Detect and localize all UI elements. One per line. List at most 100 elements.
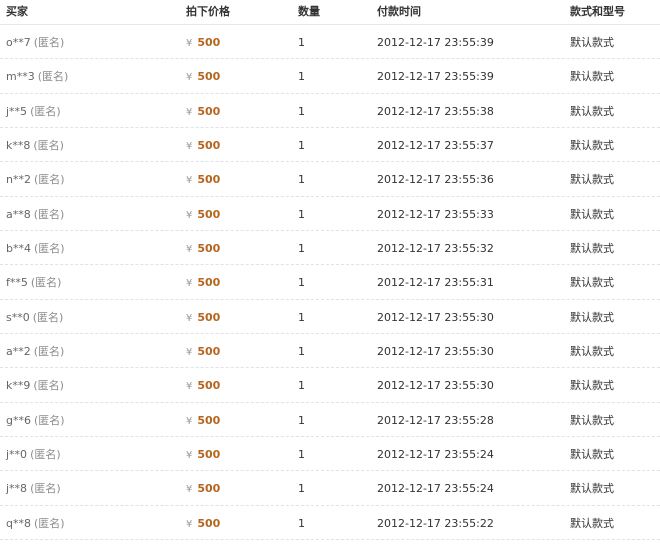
price-amount: 500: [197, 173, 221, 187]
buyer-cell: j**5 (匿名): [6, 105, 61, 119]
buyer-cell: q**8 (匿名): [6, 517, 65, 531]
buyer-cell: a**8 (匿名): [6, 208, 64, 222]
table-row: j**5 (匿名) ¥500 1 2012-12-17 23:55:38 默认款式: [0, 94, 660, 129]
price-amount: 500: [197, 207, 221, 221]
anonymous-tag: (匿名): [30, 104, 61, 118]
model-cell: 默认款式: [570, 345, 614, 359]
price-amount: 500: [197, 276, 221, 290]
price-cell: ¥500: [186, 173, 220, 188]
currency-symbol: ¥: [186, 347, 193, 359]
model-cell: 默认款式: [570, 310, 614, 324]
quantity-cell: 1: [298, 36, 305, 49]
currency-symbol: ¥: [186, 106, 193, 118]
price-amount: 500: [197, 345, 221, 359]
buyer-name: a**2: [6, 345, 31, 359]
model-cell: 默认款式: [570, 276, 614, 290]
anonymous-tag: (匿名): [32, 310, 64, 324]
anonymous-tag: (匿名): [33, 207, 65, 221]
currency-symbol: ¥: [186, 415, 193, 427]
model-cell: 默认款式: [570, 242, 614, 256]
price-cell: ¥500: [186, 36, 220, 51]
paid-time-cell: 2012-12-17 23:55:32: [377, 242, 494, 256]
currency-symbol: ¥: [186, 518, 193, 530]
anonymous-tag: (匿名): [33, 36, 65, 49]
quantity-cell: 1: [298, 448, 305, 462]
price-amount: 500: [197, 242, 221, 256]
table-row: o**7 (匿名) ¥500 1 2012-12-17 23:55:39 默认款式: [0, 25, 660, 60]
price-amount: 500: [197, 36, 221, 49]
header-buyer: 买家: [6, 5, 28, 18]
table-row: n**2 (匿名) ¥500 1 2012-12-17 23:55:36 默认款式: [0, 162, 660, 197]
currency-symbol: ¥: [186, 484, 193, 496]
buyer-cell: a**2 (匿名): [6, 345, 64, 359]
currency-symbol: ¥: [186, 141, 193, 153]
table-row: f**5 (匿名) ¥500 1 2012-12-17 23:55:31 默认款式: [0, 265, 660, 300]
model-cell: 默认款式: [570, 413, 614, 427]
currency-symbol: ¥: [186, 278, 193, 290]
price-cell: ¥500: [186, 311, 220, 326]
header-paid-time: 付款时间: [377, 5, 421, 18]
price-cell: ¥500: [186, 379, 220, 394]
price-cell: ¥500: [186, 276, 220, 291]
price-amount: 500: [197, 310, 221, 324]
price-amount: 500: [197, 516, 221, 530]
buyer-name: o**7: [6, 36, 31, 49]
paid-time-cell: 2012-12-17 23:55:37: [377, 139, 494, 153]
model-cell: 默认款式: [570, 379, 614, 393]
price-amount: 500: [197, 413, 221, 427]
table-row: k**8 (匿名) ¥500 1 2012-12-17 23:55:37 默认款式: [0, 128, 660, 163]
paid-time-cell: 2012-12-17 23:55:22: [377, 516, 494, 530]
buyer-name: j**0: [6, 448, 28, 462]
quantity-cell: 1: [298, 345, 305, 359]
buyer-cell: k**8 (匿名): [6, 139, 64, 153]
paid-time-cell: 2012-12-17 23:55:30: [377, 345, 494, 359]
price-amount: 500: [197, 139, 221, 153]
model-cell: 默认款式: [570, 70, 614, 84]
paid-time-cell: 2012-12-17 23:55:39: [377, 36, 494, 49]
paid-time-cell: 2012-12-17 23:55:38: [377, 104, 494, 118]
price-cell: ¥500: [186, 482, 220, 497]
buyer-cell: g**6 (匿名): [6, 414, 65, 428]
quantity-cell: 1: [298, 482, 305, 496]
currency-symbol: ¥: [186, 209, 193, 221]
buyer-cell: j**8 (匿名): [6, 482, 61, 496]
header-price: 拍下价格: [186, 5, 230, 18]
buyer-name: j**5: [6, 104, 28, 118]
currency-symbol: ¥: [186, 381, 193, 393]
table-row: s**0 (匿名) ¥500 1 2012-12-17 23:55:30 默认款式: [0, 300, 660, 335]
buyer-cell: b**4 (匿名): [6, 242, 65, 256]
buyer-name: n**2: [6, 173, 31, 187]
table-row: k**9 (匿名) ¥500 1 2012-12-17 23:55:30 默认款式: [0, 368, 660, 403]
currency-symbol: ¥: [186, 175, 193, 187]
model-cell: 默认款式: [570, 207, 614, 221]
buyer-name: k**9: [6, 379, 31, 393]
price-cell: ¥500: [186, 517, 220, 532]
currency-symbol: ¥: [186, 244, 193, 256]
anonymous-tag: (匿名): [33, 139, 64, 153]
model-cell: 默认款式: [570, 448, 614, 462]
buyer-name: b**4: [6, 242, 31, 256]
paid-time-cell: 2012-12-17 23:55:24: [377, 448, 494, 462]
buyer-name: k**8: [6, 139, 31, 153]
buyer-cell: n**2 (匿名): [6, 173, 65, 187]
table-row: q**8 (匿名) ¥500 1 2012-12-17 23:55:22 默认款式: [0, 506, 660, 541]
model-cell: 默认款式: [570, 36, 614, 49]
quantity-cell: 1: [298, 310, 305, 324]
anonymous-tag: (匿名): [30, 482, 61, 496]
anonymous-tag: (匿名): [33, 345, 65, 359]
buyer-cell: o**7 (匿名): [6, 36, 64, 50]
paid-time-cell: 2012-12-17 23:55:28: [377, 413, 494, 427]
buyer-name: a**8: [6, 207, 31, 221]
buyer-name: f**5: [6, 276, 28, 290]
currency-symbol: ¥: [186, 38, 193, 49]
price-amount: 500: [197, 379, 221, 393]
table-row: m**3 (匿名) ¥500 1 2012-12-17 23:55:39 默认款式: [0, 59, 660, 94]
quantity-cell: 1: [298, 242, 305, 256]
model-cell: 默认款式: [570, 139, 614, 153]
paid-time-cell: 2012-12-17 23:55:31: [377, 276, 494, 290]
purchase-records-table: 买家 拍下价格 数量 付款时间 款式和型号 o**7 (匿名) ¥500 1 2012-…: [0, 0, 660, 541]
anonymous-tag: (匿名): [33, 379, 64, 393]
price-amount: 500: [197, 70, 221, 84]
paid-time-cell: 2012-12-17 23:55:39: [377, 70, 494, 84]
table-row: j**0 (匿名) ¥500 1 2012-12-17 23:55:24 默认款式: [0, 437, 660, 472]
